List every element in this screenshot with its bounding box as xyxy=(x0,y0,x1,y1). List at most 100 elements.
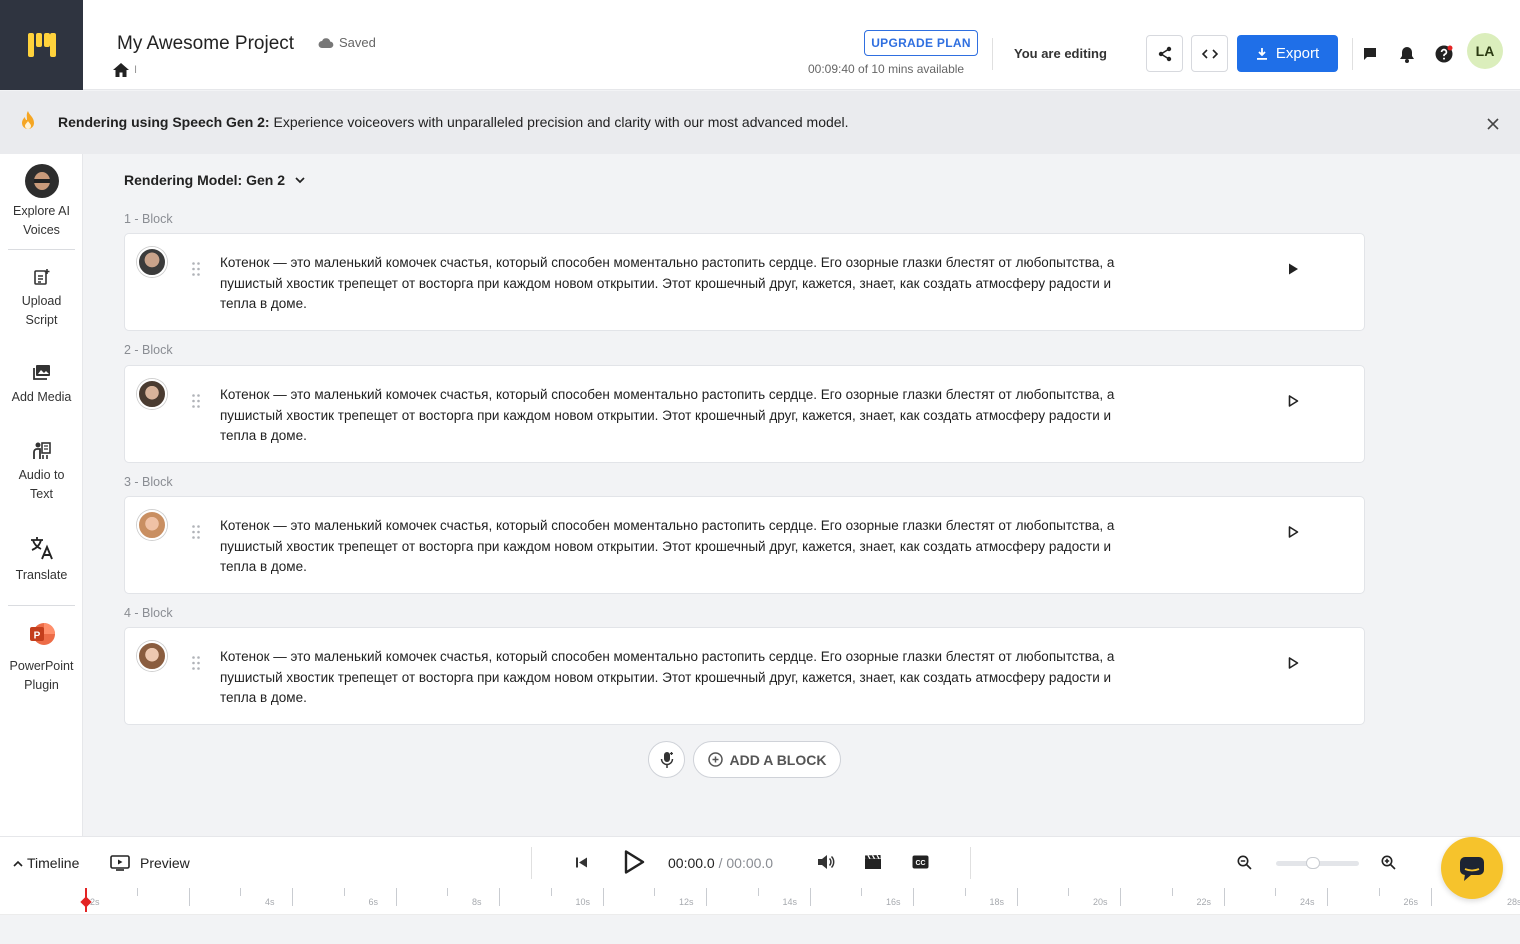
ruler-tick-label: 22s xyxy=(1196,897,1212,907)
drag-handle-icon[interactable] xyxy=(191,655,201,671)
voice-avatar[interactable] xyxy=(137,510,167,540)
sidebar-item-audio-to-text[interactable]: Audio to Text xyxy=(0,440,83,504)
block-label: 4 - Block xyxy=(124,606,173,620)
notifications-button[interactable] xyxy=(1397,44,1417,64)
ruler-tick-label: 10s xyxy=(575,897,591,907)
ruler-tick xyxy=(1327,888,1328,906)
sidebar-item-upload-script[interactable]: Upload Script xyxy=(0,266,83,330)
script-block[interactable]: Котенок — это маленький комочек счастья,… xyxy=(124,365,1365,463)
voice-avatar[interactable] xyxy=(137,379,167,409)
script-block[interactable]: Котенок — это маленький комочек счастья,… xyxy=(124,496,1365,594)
ruler-tick xyxy=(240,888,242,896)
ruler-tick xyxy=(136,888,138,896)
sidebar-item-label: Add Media xyxy=(11,390,72,404)
play-icon[interactable] xyxy=(1285,524,1301,540)
divider xyxy=(1352,38,1353,70)
play-icon[interactable] xyxy=(622,849,646,875)
record-audio-button[interactable] xyxy=(648,741,685,778)
sidebar-item-translate[interactable]: Translate xyxy=(0,534,83,585)
comment-button[interactable] xyxy=(1360,44,1380,64)
embed-code-button[interactable] xyxy=(1191,35,1228,72)
sidebar-divider xyxy=(8,249,75,250)
play-icon[interactable] xyxy=(1285,261,1301,277)
voice-avatar[interactable] xyxy=(137,247,167,277)
play-icon[interactable] xyxy=(1285,655,1301,671)
block-text[interactable]: Котенок — это маленький комочек счастья,… xyxy=(220,385,1150,447)
project-title[interactable]: My Awesome Project xyxy=(117,33,294,55)
block-text[interactable]: Котенок — это маленький комочек счастья,… xyxy=(220,516,1150,578)
mic-icon xyxy=(660,751,673,768)
embed-code-icon xyxy=(1201,48,1218,59)
add-media-icon xyxy=(31,362,53,384)
ruler-tick xyxy=(809,888,811,906)
voice-avatar[interactable] xyxy=(137,641,167,671)
ruler-tick-label: 16s xyxy=(886,897,901,907)
timeline-toggle[interactable]: Timeline xyxy=(13,855,79,871)
ruler-tick xyxy=(499,888,500,906)
ruler-tick xyxy=(292,888,293,906)
plus-circle-icon xyxy=(707,752,723,767)
ruler-tick xyxy=(913,888,914,906)
play-icon[interactable] xyxy=(1285,393,1301,409)
share-icon xyxy=(1158,46,1171,61)
upgrade-plan-button[interactable]: UPGRADE PLAN xyxy=(864,30,978,56)
timeline-label: Timeline xyxy=(27,855,80,871)
zoom-in-icon[interactable] xyxy=(1381,855,1396,870)
export-button[interactable]: Export xyxy=(1237,35,1338,72)
time-readout: 00:00.0 / 00:00.0 xyxy=(668,855,773,871)
help-button[interactable] xyxy=(1434,44,1454,64)
block-text[interactable]: Котенок — это маленький комочек счастья,… xyxy=(220,647,1150,709)
fire-icon xyxy=(22,111,34,129)
ruler-tick xyxy=(550,888,552,896)
saved-label: Saved xyxy=(339,35,376,50)
script-block[interactable]: Котенок — это маленький комочек счастья,… xyxy=(124,627,1365,725)
drag-handle-icon[interactable] xyxy=(191,524,201,540)
home-icon[interactable] xyxy=(112,62,130,78)
zoom-slider-handle[interactable] xyxy=(1306,857,1320,869)
sidebar-item-add-media[interactable]: Add Media xyxy=(0,362,83,407)
help-icon xyxy=(1435,45,1453,63)
chat-icon xyxy=(1460,857,1484,881)
ruler-tick xyxy=(1068,888,1070,896)
ruler-tick-label: 8s xyxy=(472,897,482,907)
drag-handle-icon[interactable] xyxy=(191,261,201,277)
timeline-ruler[interactable]: 2s 4s 6s 8s 10s 12s 14s 16s 18s 20s 22s 24s 26s 28s xyxy=(0,888,1520,915)
svg-text:CC: CC xyxy=(915,860,925,867)
zoom-out-icon[interactable] xyxy=(1237,855,1252,870)
sidebar-item-powerpoint-plugin[interactable]: P PowerPoint Plugin xyxy=(0,620,83,695)
support-chat-button[interactable] xyxy=(1441,837,1503,899)
chevron-down-icon xyxy=(295,176,305,183)
top-header: My Awesome Project Saved I UPGRADE PLAN … xyxy=(0,0,1520,90)
left-sidebar: Explore AI Voices Upload Script Add Medi… xyxy=(0,154,83,836)
saved-status: Saved xyxy=(318,35,376,50)
ruler-tick xyxy=(1171,888,1173,896)
ruler-tick-label: 12s xyxy=(679,897,694,907)
logo[interactable] xyxy=(0,0,83,90)
block-label: 3 - Block xyxy=(124,475,173,489)
ruler-tick xyxy=(1430,888,1432,906)
share-button[interactable] xyxy=(1146,35,1183,72)
logo-icon xyxy=(27,33,56,57)
sidebar-item-label: PowerPoint Plugin xyxy=(9,659,74,692)
preview-label: Preview xyxy=(140,855,190,871)
captions-icon[interactable]: CC xyxy=(912,855,929,869)
user-avatar[interactable]: LA xyxy=(1467,33,1503,69)
svg-text:P: P xyxy=(33,631,40,642)
ruler-tick xyxy=(188,888,190,906)
ruler-tick xyxy=(395,888,397,906)
ruler-tick xyxy=(447,888,449,896)
ruler-tick-label: 18s xyxy=(989,897,1005,907)
add-block-button[interactable]: ADD A BLOCK xyxy=(693,741,841,778)
clapper-icon[interactable] xyxy=(864,854,882,870)
preview-button[interactable]: Preview xyxy=(110,855,190,871)
skip-back-icon[interactable] xyxy=(575,856,588,869)
close-icon[interactable] xyxy=(1483,114,1503,134)
rendering-model-dropdown[interactable]: Rendering Model: Gen 2 xyxy=(124,172,305,188)
block-text[interactable]: Котенок — это маленький комочек счастья,… xyxy=(220,253,1150,315)
editing-status: You are editing xyxy=(1014,46,1107,61)
script-block[interactable]: Котенок — это маленький комочек счастья,… xyxy=(124,233,1365,331)
translate-icon xyxy=(29,534,55,562)
volume-icon[interactable] xyxy=(817,854,835,870)
sidebar-item-explore-ai-voices[interactable]: Explore AI Voices xyxy=(0,164,83,240)
drag-handle-icon[interactable] xyxy=(191,393,201,409)
